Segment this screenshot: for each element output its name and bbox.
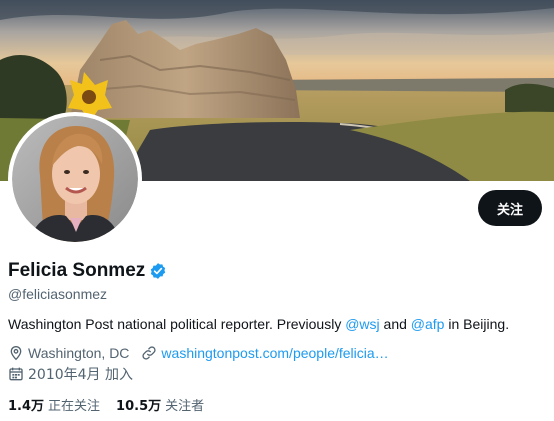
link-icon: [141, 345, 157, 361]
followers-count: 10.5万: [116, 399, 162, 414]
bio-mention-afp[interactable]: @afp: [411, 316, 445, 332]
location-text: Washington, DC: [28, 345, 130, 361]
bio-text: in Beijing.: [444, 316, 510, 332]
profile-stats: 1.4万 正在关注 10.5万 关注者: [8, 395, 220, 414]
profile-meta-row: Washington, DC washingtonpost.com/people…: [8, 345, 389, 361]
profile-avatar[interactable]: [8, 112, 142, 246]
profile-location: Washington, DC: [8, 345, 129, 361]
avatar-photo: [12, 116, 138, 242]
profile-bio: Washington Post national political repor…: [8, 316, 509, 332]
verified-badge-icon[interactable]: [149, 262, 167, 280]
bio-text: Washington Post national political repor…: [8, 316, 346, 332]
followers-stat[interactable]: 10.5万 关注者: [116, 395, 204, 414]
bio-mention-wsj[interactable]: @wsj: [345, 316, 379, 332]
profile-website[interactable]: washingtonpost.com/people/felicia…: [141, 345, 389, 361]
profile-name-row: Felicia Sonmez: [8, 260, 167, 282]
location-pin-icon: [8, 345, 24, 361]
joined-text: 2010年4月 加入: [28, 367, 133, 383]
profile-joined: 2010年4月 加入: [8, 364, 133, 384]
following-label: 正在关注: [48, 399, 101, 414]
following-count: 1.4万: [8, 399, 45, 414]
following-stat[interactable]: 1.4万 正在关注: [8, 395, 100, 414]
followers-label: 关注者: [165, 399, 205, 414]
calendar-icon: [8, 366, 24, 382]
bio-text: and: [379, 316, 411, 332]
profile-name: Felicia Sonmez: [8, 260, 146, 281]
profile-handle: @feliciasonmez: [8, 286, 108, 302]
follow-button[interactable]: 关注: [478, 190, 542, 226]
website-link[interactable]: washingtonpost.com/people/felicia…: [161, 345, 388, 361]
